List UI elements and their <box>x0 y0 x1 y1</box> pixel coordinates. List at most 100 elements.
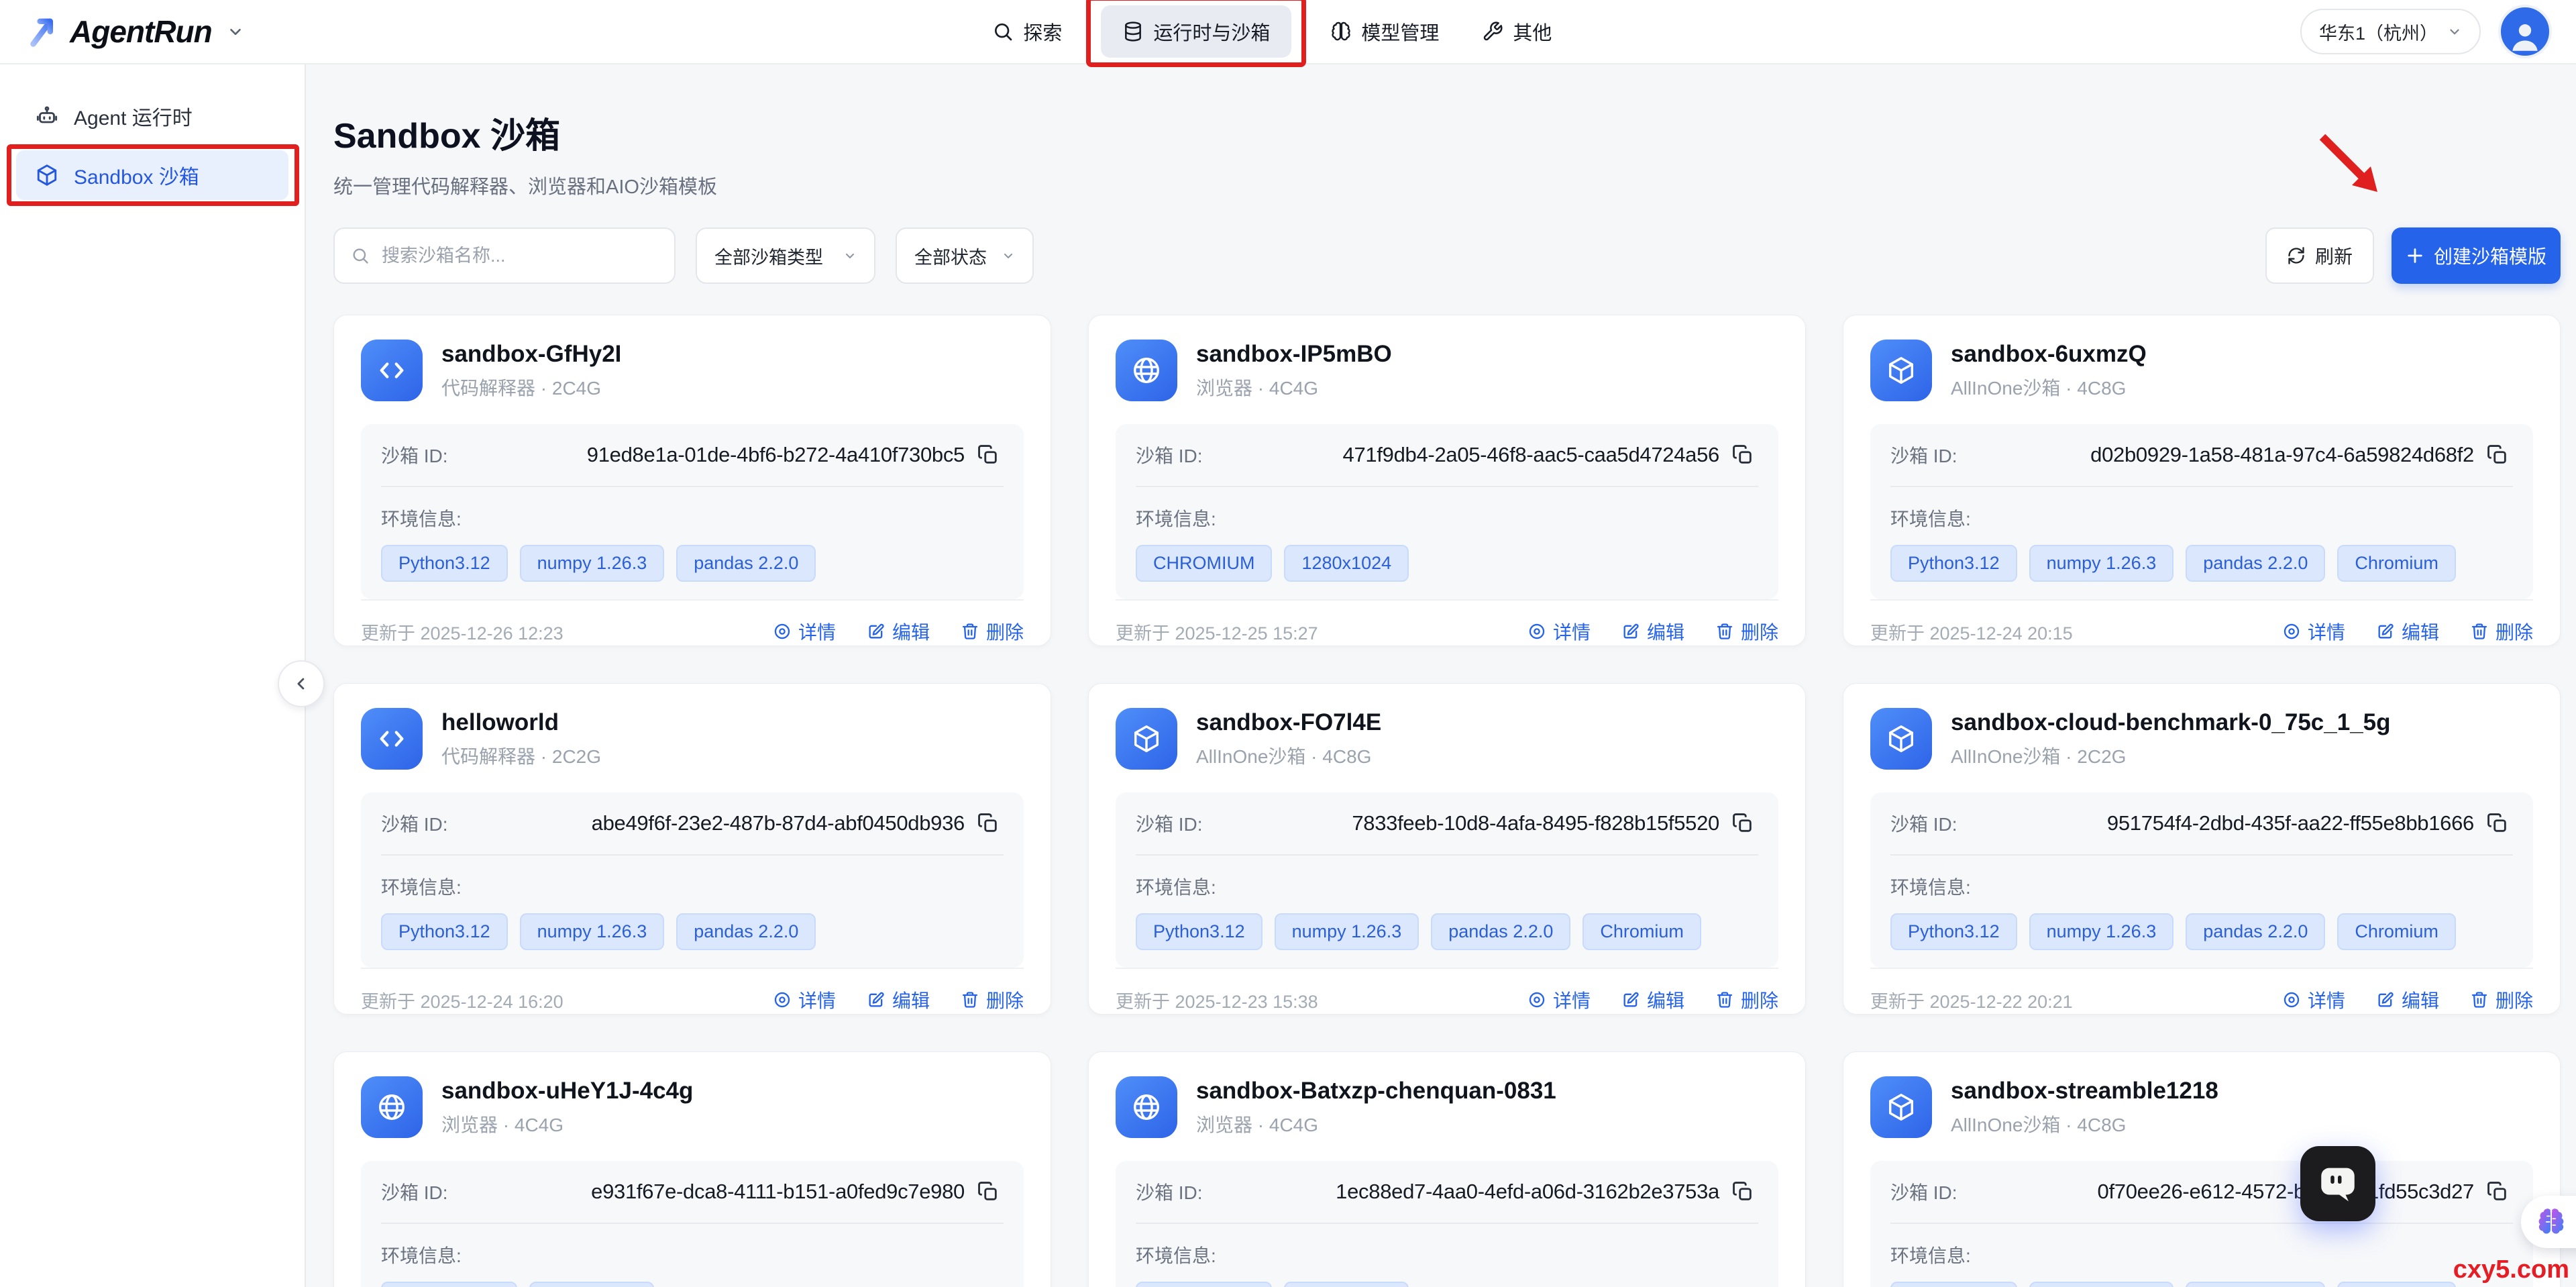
chat-widget-button[interactable] <box>2300 1146 2375 1221</box>
trash-icon <box>2470 622 2489 641</box>
watermark: cxy5.com <box>2453 1255 2569 1284</box>
sandbox-id-label: 沙箱 ID: <box>1136 1178 1203 1205</box>
delete-link[interactable]: 删除 <box>2470 618 2533 645</box>
nav-explore[interactable]: 探索 <box>988 5 1066 58</box>
env-tags: Python3.12numpy 1.26.3pandas 2.2.0Chromi… <box>1890 913 2513 950</box>
nav-explore-label: 探索 <box>1023 17 1062 46</box>
delete-link[interactable]: 删除 <box>961 618 1024 645</box>
search-icon <box>992 21 1014 42</box>
card-header: sandbox-streamble1218 AllInOne沙箱 · 4C8G <box>1870 1076 2533 1138</box>
topbar-right: 华东1（杭州） <box>2300 5 2552 58</box>
sandbox-id-label: 沙箱 ID: <box>1136 442 1203 468</box>
delete-link[interactable]: 删除 <box>2470 986 2533 1013</box>
nav-other-label: 其他 <box>1513 17 1552 46</box>
type-filter-select[interactable]: 全部沙箱类型 <box>696 227 875 284</box>
edit-link[interactable]: 编辑 <box>867 618 930 645</box>
env-tag: numpy 1.26.3 <box>520 545 665 582</box>
copy-icon[interactable] <box>1731 442 1758 468</box>
nav-other[interactable]: 其他 <box>1478 5 1556 58</box>
copy-icon[interactable] <box>977 442 1004 468</box>
chat-bubble-icon <box>2316 1162 2360 1206</box>
env-tag: 1280x1024 <box>529 1282 654 1287</box>
delete-link[interactable]: 删除 <box>1715 986 1778 1013</box>
env-tag: pandas 2.2.0 <box>2186 545 2325 582</box>
sandbox-type-spec: 浏览器 · 4C4G <box>1196 1111 1556 1137</box>
env-tag: pandas 2.2.0 <box>676 545 816 582</box>
database-icon <box>1122 21 1144 42</box>
copy-icon[interactable] <box>1731 810 1758 837</box>
nav-runtime-sandbox-label: 运行时与沙箱 <box>1153 17 1270 46</box>
ai-assistant-button[interactable] <box>2521 1196 2576 1248</box>
card-header: sandbox-Batxzp-chenquan-0831 浏览器 · 4C4G <box>1116 1076 1778 1138</box>
env-tags: Python3.12numpy 1.26.3pandas 2.2.0Chromi… <box>1136 913 1758 950</box>
detail-link[interactable]: 详情 <box>773 618 836 645</box>
env-tag: Python3.12 <box>1890 545 2017 582</box>
updated-at: 更新于 2025-12-25 15:27 <box>1116 619 1318 645</box>
delete-link[interactable]: 删除 <box>961 986 1024 1013</box>
sandbox-type-spec: 浏览器 · 4C4G <box>441 1111 693 1137</box>
search-input[interactable] <box>380 245 658 267</box>
env-tags: Python3.12numpy 1.26.3pandas 2.2.0 <box>381 913 1004 950</box>
detail-link[interactable]: 详情 <box>1527 618 1591 645</box>
brand-logo[interactable]: AgentRun <box>24 13 244 50</box>
env-tag: Chromium <box>2337 545 2456 582</box>
sandbox-card: sandbox-cloud-benchmark-0_75c_1_5g AllIn… <box>1843 683 2561 1015</box>
delete-link[interactable]: 删除 <box>1715 618 1778 645</box>
detail-icon <box>1527 990 1546 1009</box>
divider <box>381 854 1004 856</box>
edit-link[interactable]: 编辑 <box>2376 986 2439 1013</box>
sandbox-id-value: 471f9db4-2a05-46f8-aac5-caa5d4724a56 <box>1343 443 1719 467</box>
sidebar-item-agent-runtime[interactable]: Agent 运行时 <box>16 91 288 141</box>
region-selector[interactable]: 华东1（杭州） <box>2300 9 2481 54</box>
copy-icon[interactable] <box>977 810 1004 837</box>
trash-icon <box>961 990 979 1009</box>
sandbox-card: sandbox-streamble1218 AllInOne沙箱 · 4C8G … <box>1843 1051 2561 1287</box>
detail-link[interactable]: 详情 <box>2282 618 2345 645</box>
detail-label: 详情 <box>2308 986 2345 1013</box>
sandbox-card: sandbox-GfHy2I 代码解释器 · 2C4G 沙箱 ID: 91ed8… <box>333 315 1051 646</box>
detail-icon <box>773 990 792 1009</box>
edit-link[interactable]: 编辑 <box>867 986 930 1013</box>
edit-icon <box>1621 990 1640 1009</box>
copy-icon[interactable] <box>2486 810 2513 837</box>
create-template-button[interactable]: 创建沙箱模版 <box>2392 227 2561 284</box>
sandbox-name: sandbox-6uxmzQ <box>1951 341 2147 368</box>
edit-link[interactable]: 编辑 <box>1621 986 1684 1013</box>
env-tags: Python3.12numpy 1.26.3pandas 2.2.0Chromi… <box>1890 1282 2513 1287</box>
sidebar-item-sandbox[interactable]: Sandbox 沙箱 <box>16 150 288 200</box>
logo-arrow-icon <box>24 13 60 50</box>
copy-icon[interactable] <box>977 1178 1004 1205</box>
edit-link[interactable]: 编辑 <box>1621 618 1684 645</box>
sidebar-collapse-button[interactable] <box>278 660 325 707</box>
divider <box>1890 1223 2513 1224</box>
edit-link[interactable]: 编辑 <box>2376 618 2439 645</box>
sandbox-id-row: 沙箱 ID: abe49f6f-23e2-487b-87d4-abf0450db… <box>381 810 1004 837</box>
sandbox-info-box: 沙箱 ID: d02b0929-1a58-481a-97c4-6a59824d6… <box>1870 424 2533 599</box>
detail-link[interactable]: 详情 <box>1527 986 1591 1013</box>
detail-link[interactable]: 详情 <box>773 986 836 1013</box>
env-tag: pandas 2.2.0 <box>2186 913 2325 950</box>
avatar[interactable] <box>2498 5 2552 58</box>
copy-icon[interactable] <box>2486 1178 2513 1205</box>
divider <box>1136 854 1758 856</box>
edit-icon <box>2376 622 2395 641</box>
nav-runtime-sandbox[interactable]: 运行时与沙箱 <box>1101 5 1291 58</box>
updated-at: 更新于 2025-12-24 16:20 <box>361 987 564 1013</box>
env-tag: CHROMIUM <box>381 1282 517 1287</box>
sandbox-name: sandbox-streamble1218 <box>1951 1078 2218 1104</box>
card-header: sandbox-IP5mBO 浏览器 · 4C4G <box>1116 340 1778 401</box>
copy-icon[interactable] <box>1731 1178 1758 1205</box>
status-filter-select[interactable]: 全部状态 <box>896 227 1034 284</box>
sandbox-info-box: 沙箱 ID: 0f70ee26-e612-4572-b2c5-4a1fd55c3… <box>1870 1161 2533 1287</box>
nav-model-management[interactable]: 模型管理 <box>1326 5 1443 58</box>
app-window: AgentRun 探索 运行时与沙箱 <box>0 0 2576 1287</box>
env-tag: 1280x1024 <box>1284 1282 1409 1287</box>
toolbar: 全部沙箱类型 全部状态 刷新 <box>333 227 2561 284</box>
env-info-label: 环境信息: <box>1890 1241 2513 1268</box>
sandbox-card: sandbox-6uxmzQ AllInOne沙箱 · 4C8G 沙箱 ID: … <box>1843 315 2561 646</box>
copy-icon[interactable] <box>2486 442 2513 468</box>
detail-icon <box>2282 622 2301 641</box>
detail-link[interactable]: 详情 <box>2282 986 2345 1013</box>
cube-icon <box>1870 708 1932 770</box>
refresh-button[interactable]: 刷新 <box>2265 227 2374 284</box>
